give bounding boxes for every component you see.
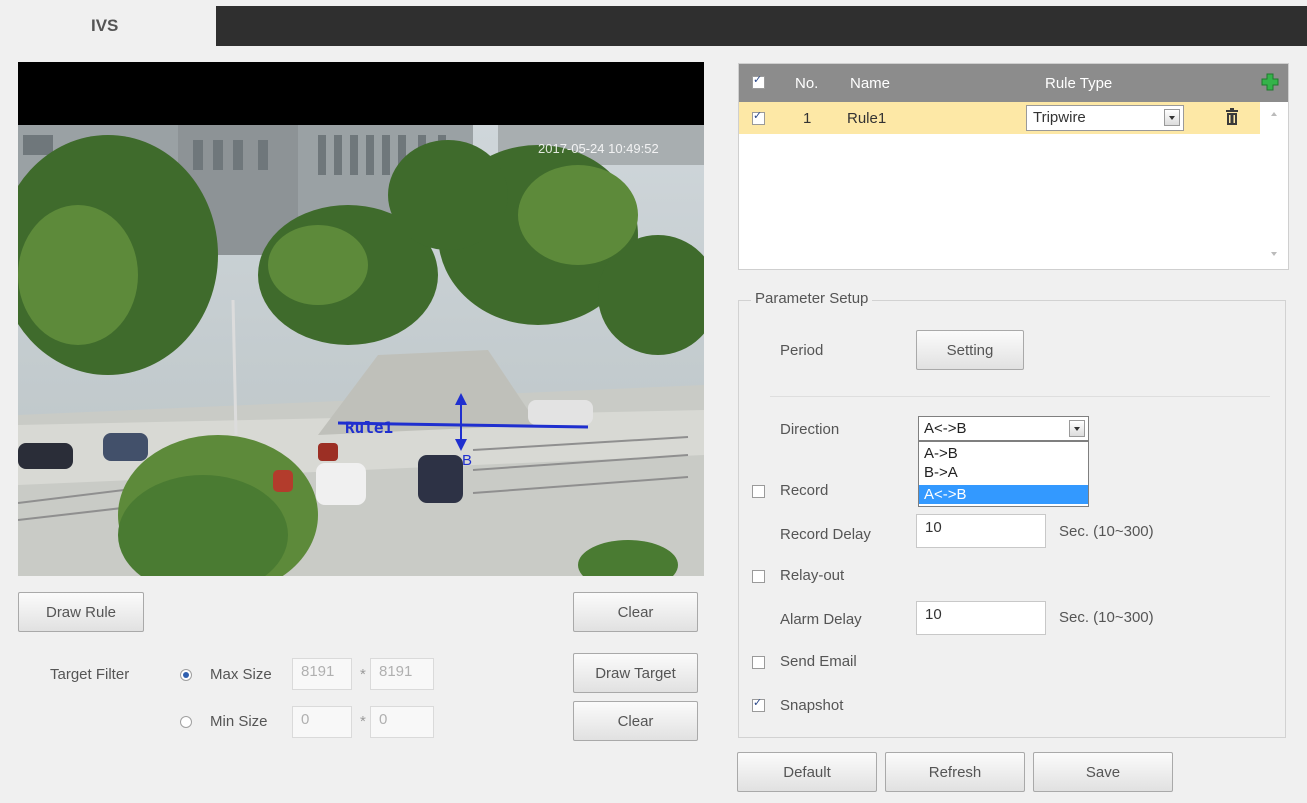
record-label: Record [780, 482, 829, 499]
alarm-delay-unit: Sec. (10~300) [1059, 609, 1154, 626]
draw-rule-button[interactable]: Draw Rule [18, 592, 144, 632]
min-size-radio[interactable] [180, 716, 192, 728]
refresh-button[interactable]: Refresh [885, 752, 1025, 792]
rule-overlay-label: Rule1 [345, 418, 393, 437]
direction-label: Direction [780, 421, 840, 438]
tab-bar-background [216, 6, 1307, 46]
record-delay-unit: Sec. (10~300) [1059, 523, 1154, 540]
record-delay-label: Record Delay [780, 526, 871, 543]
delete-rule-icon[interactable] [1225, 108, 1239, 126]
rule-row-no: 1 [803, 110, 812, 127]
min-times-sign: * [360, 713, 366, 730]
clear-target-button[interactable]: Clear [573, 701, 698, 741]
direction-option[interactable]: B->A [919, 463, 1088, 482]
send-email-label: Send Email [780, 653, 857, 670]
max-width-input[interactable]: 8191 [292, 658, 352, 690]
rule-type-select[interactable]: Tripwire [1026, 105, 1184, 131]
header-rule-type: Rule Type [1045, 75, 1113, 92]
relay-out-checkbox[interactable] [752, 570, 765, 583]
rule-type-value: Tripwire [1033, 109, 1086, 126]
alarm-delay-input[interactable]: 10 [916, 601, 1046, 635]
alarm-delay-label: Alarm Delay [780, 611, 862, 628]
divider [770, 396, 1270, 397]
send-email-checkbox[interactable] [752, 656, 765, 669]
min-size-label: Min Size [210, 713, 268, 730]
rule-row-checkbox[interactable] [752, 109, 765, 125]
default-button[interactable]: Default [737, 752, 877, 792]
max-times-sign: * [360, 666, 366, 683]
header-name: Name [850, 75, 891, 92]
rule-row[interactable]: 1 Rule1 Tripwire [739, 102, 1260, 134]
snapshot-checkbox[interactable] [752, 696, 765, 712]
video-preview[interactable]: Rule1 B 2017-05-24 10:49:52 [18, 62, 704, 576]
relay-out-label: Relay-out [780, 567, 845, 584]
rule-table-scrollbar[interactable] [1260, 102, 1288, 269]
direction-select[interactable]: A<->B [918, 416, 1089, 441]
max-size-label: Max Size [210, 666, 272, 683]
min-height-input[interactable]: 0 [370, 706, 434, 738]
point-b-label: B [462, 452, 472, 469]
direction-value: A<->B [924, 420, 967, 437]
record-checkbox[interactable] [752, 485, 765, 498]
header-no: No. [795, 75, 819, 92]
chevron-down-icon[interactable] [1164, 109, 1180, 126]
direction-option[interactable]: A->B [919, 444, 1088, 463]
tab-ivs[interactable]: IVS [6, 6, 216, 46]
scroll-down-icon[interactable] [1269, 250, 1279, 258]
scroll-up-icon[interactable] [1269, 110, 1279, 118]
chevron-down-icon[interactable] [1069, 420, 1085, 437]
period-setting-button[interactable]: Setting [916, 330, 1024, 370]
tab-ivs-label: IVS [91, 16, 119, 35]
rule-table: No. Name Rule Type 1 Rule1 Tripwire [738, 63, 1289, 270]
min-width-input[interactable]: 0 [292, 706, 352, 738]
rule-row-name: Rule1 [847, 110, 887, 127]
video-timestamp: 2017-05-24 10:49:52 [538, 141, 659, 156]
max-size-radio[interactable] [180, 669, 192, 681]
camera-scene[interactable]: Rule1 B 2017-05-24 10:49:52 [18, 125, 704, 576]
clear-rule-button[interactable]: Clear [573, 592, 698, 632]
save-button[interactable]: Save [1033, 752, 1173, 792]
rule-table-header: No. Name Rule Type [739, 64, 1288, 102]
max-height-input[interactable]: 8191 [370, 658, 434, 690]
target-filter-label: Target Filter [50, 666, 130, 683]
record-delay-input[interactable]: 10 [916, 514, 1046, 548]
snapshot-label: Snapshot [780, 697, 844, 714]
add-rule-icon[interactable] [1261, 73, 1279, 91]
tab-bar: IVS [0, 0, 1307, 46]
parameter-setup-legend: Parameter Setup [751, 290, 873, 307]
period-label: Period [780, 342, 824, 359]
draw-target-button[interactable]: Draw Target [573, 653, 698, 693]
select-all-checkbox[interactable] [752, 73, 765, 89]
direction-option-selected[interactable]: A<->B [919, 485, 1088, 504]
direction-dropdown-list: A->B B->A A<->B [918, 441, 1089, 507]
